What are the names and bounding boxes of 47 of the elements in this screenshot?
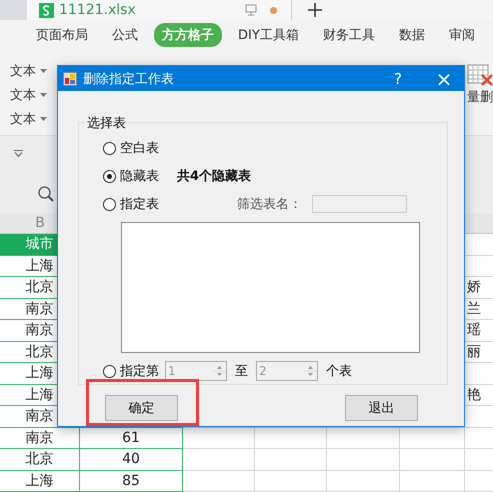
hidden-count-text: 共4个隐藏表 — [177, 168, 252, 185]
ribbon-tab[interactable]: 公式 — [104, 23, 146, 47]
group-label: 选择表 — [85, 114, 128, 132]
table-cell: 85 — [80, 470, 183, 492]
ribbon-tool-button[interactable]: 文本 — [10, 86, 47, 104]
dialog-button[interactable]: 确定 — [105, 395, 178, 421]
app-icon — [63, 72, 77, 86]
unsaved-dot-icon — [270, 6, 277, 14]
dialog-button[interactable]: 退出 — [345, 395, 418, 421]
radio-option[interactable]: 指定表 — [103, 195, 159, 213]
range-label: 至 — [235, 363, 248, 380]
table-cell — [183, 449, 255, 470]
ribbon-tool-button[interactable]: 文本 — [10, 110, 47, 128]
plus-icon[interactable] — [308, 3, 322, 17]
ribbon-tool-button[interactable]: 文本 — [10, 62, 47, 80]
sheet-list-box[interactable] — [121, 222, 420, 353]
table-cell: 上海 — [0, 470, 80, 492]
ribbon-tab[interactable]: 页面布局 — [28, 23, 96, 47]
caret-icon — [40, 93, 47, 97]
table-cell — [183, 470, 255, 492]
table-cell — [400, 449, 465, 470]
radio-option[interactable]: 隐藏表 — [103, 167, 159, 185]
ribbon-tab[interactable]: DIY工具箱 — [230, 23, 307, 47]
filter-label: 筛选表名： — [237, 196, 302, 213]
table-cell — [400, 470, 465, 492]
caret-icon — [40, 117, 47, 121]
table-cell — [255, 449, 327, 470]
dialog-title: 删除指定工作表 — [83, 70, 175, 88]
filter-field[interactable] — [312, 195, 407, 213]
caret-icon — [40, 69, 47, 73]
ribbon-tool-label[interactable]: 量删 — [467, 88, 493, 106]
close-button[interactable]: × — [424, 66, 464, 90]
ribbon-tab[interactable]: 审阅 — [440, 23, 483, 47]
tab-strip-area — [0, 0, 27, 20]
help-button[interactable]: ? — [378, 70, 418, 88]
range-label: 个表 — [326, 363, 352, 380]
table-delete-icon[interactable] — [467, 64, 493, 86]
table-cell: 40 — [80, 449, 183, 470]
table-cell: 北京 — [0, 449, 80, 470]
search-icon[interactable] — [38, 186, 54, 202]
spreadsheet-icon — [39, 2, 54, 18]
table-cell — [255, 470, 327, 492]
monitor-icon[interactable] — [245, 4, 257, 16]
radio-option[interactable]: 空白表 — [103, 139, 159, 157]
ribbon-tab[interactable]: 财务工具 — [314, 23, 383, 47]
ribbon-tab[interactable]: 数据 — [390, 23, 433, 47]
dropdown-icon[interactable] — [14, 150, 23, 157]
